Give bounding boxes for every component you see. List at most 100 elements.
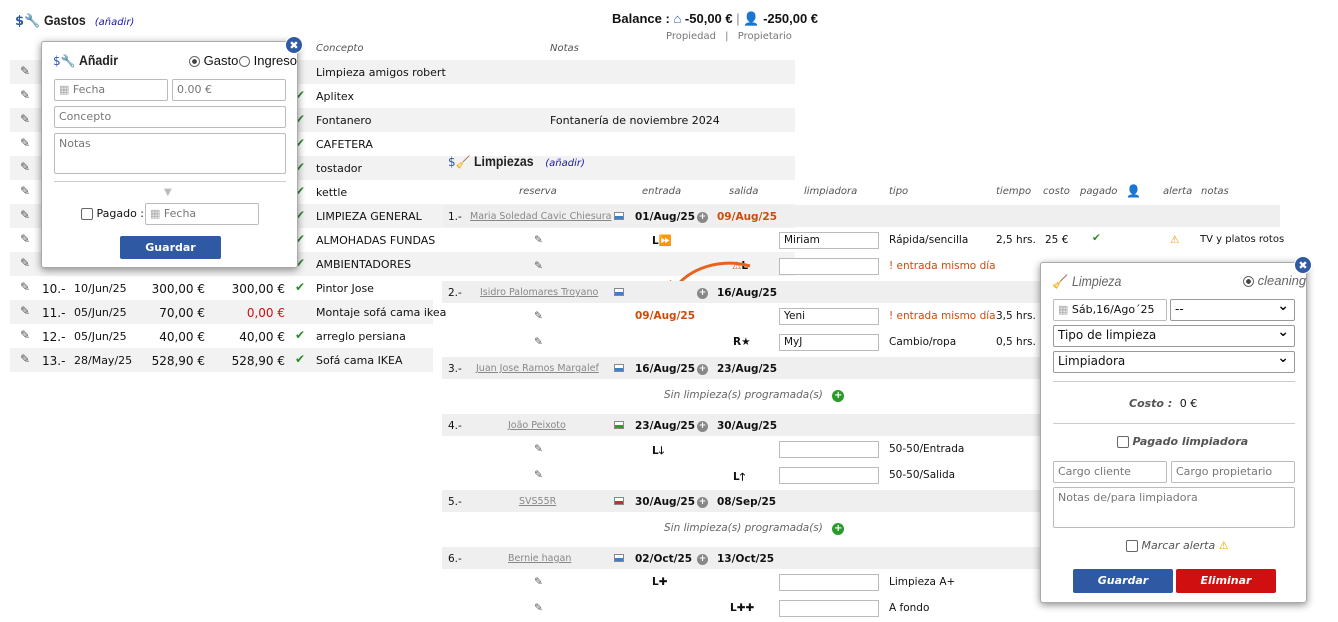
tipo-limpieza-select[interactable]: Tipo de limpieza — [1053, 324, 1295, 347]
add-circle-icon[interactable]: + — [697, 497, 708, 508]
broom-icon: $🧹 — [448, 155, 471, 169]
marcar-alerta-checkbox[interactable]: Marcar alerta ⚠ — [1126, 539, 1229, 552]
limpiadora-field[interactable] — [779, 600, 879, 617]
edit-icon[interactable]: ✎ — [534, 336, 543, 348]
cargo-propietario-field[interactable]: Cargo propietario — [1171, 461, 1295, 483]
gasto-fecha: 28/May/25 — [74, 354, 133, 367]
wrench-icon: $🔧 — [15, 14, 41, 29]
edit-icon[interactable]: ✎ — [20, 64, 30, 78]
res-guest-link[interactable]: João Peixoto — [508, 420, 566, 431]
limpiezas-add-link[interactable]: (añadir) — [545, 158, 585, 169]
limpiadora-field[interactable] — [779, 258, 879, 275]
date-value: Sáb,16/Ago´25 — [1071, 303, 1155, 316]
home-icon: ⌂ — [673, 11, 682, 26]
add-circle-icon[interactable]: + — [697, 288, 708, 299]
limpiadora-field[interactable] — [779, 467, 879, 484]
pagado-fecha-field[interactable]: ▦ Fecha — [145, 203, 259, 225]
radio-ingreso-control[interactable] — [239, 56, 250, 68]
add-circle-icon[interactable]: + — [697, 421, 708, 432]
gasto-concepto: arreglo persiana — [316, 330, 406, 343]
gasto-pagado: 0,00 € — [246, 306, 285, 320]
edit-icon[interactable]: ✎ — [534, 310, 543, 322]
gasto-fecha: 10/Jun/25 — [74, 282, 127, 295]
edit-icon[interactable]: ✎ — [20, 136, 30, 150]
concepto-field[interactable]: Concepto — [54, 106, 286, 128]
edit-icon[interactable]: ✎ — [534, 602, 543, 614]
limpiadora-field[interactable] — [779, 574, 879, 591]
edit-icon[interactable]: ✎ — [534, 234, 543, 246]
pagado-limpiadora-control[interactable] — [1117, 436, 1129, 448]
limpiadora-field[interactable]: MyJ — [779, 334, 879, 351]
no-cleanings-text: Sin limpieza(s) programada(s) — [664, 389, 823, 401]
radio-gasto[interactable]: Gasto — [189, 53, 238, 68]
add-circle-icon[interactable]: + — [697, 212, 708, 223]
limpiezas-title: Limpiezas — [474, 153, 534, 169]
gasto-notas: Fontanería de noviembre 2024 — [550, 114, 720, 127]
cleaning-tiempo: 3,5 hrs. — [996, 310, 1036, 322]
add-circle-icon[interactable]: + — [697, 554, 708, 565]
limpiadora-field[interactable]: Miriam — [779, 232, 879, 249]
res-guest-link[interactable]: SVS55R — [519, 496, 556, 507]
gasto-concepto: Pintor Jose — [316, 282, 374, 295]
notas-field[interactable]: Notas — [54, 133, 286, 174]
radio-ingreso[interactable]: Ingreso — [239, 53, 297, 68]
eliminar-button[interactable]: Eliminar — [1176, 569, 1276, 593]
edit-icon[interactable]: ✎ — [20, 280, 30, 294]
edit-icon[interactable]: ✎ — [20, 184, 30, 198]
pagado-checkbox[interactable]: Pagado : — [81, 207, 144, 220]
lh-salida: salida — [729, 186, 759, 197]
edit-icon[interactable]: ✎ — [20, 208, 30, 222]
limpiadora-field[interactable]: Yeni — [779, 308, 879, 325]
time-select[interactable]: -- — [1170, 298, 1295, 321]
res-guest-link[interactable]: Maria Soledad Cavic Chiesura — [470, 211, 611, 222]
close-icon[interactable]: ✖ — [1294, 256, 1312, 274]
add-cleaning-icon[interactable]: + — [832, 523, 845, 535]
res-guest-link[interactable]: Bernie hagan — [508, 553, 571, 564]
limpiadora-field[interactable] — [779, 441, 879, 458]
radio-cleaning[interactable]: cleaning — [1243, 273, 1306, 288]
owner-icon: 👤 — [743, 11, 760, 26]
warning-icon: ⚠ — [1170, 234, 1180, 246]
pagado-limpiadora-checkbox[interactable]: Pagado limpiadora — [1117, 435, 1248, 448]
guardar-button[interactable]: Guardar — [1073, 569, 1173, 593]
edit-icon[interactable]: ✎ — [534, 576, 543, 588]
cargo-cliente-field[interactable]: Cargo cliente — [1053, 461, 1167, 483]
guardar-button[interactable]: Guardar — [120, 236, 221, 259]
lh-reserva: reserva — [519, 186, 557, 197]
edit-icon[interactable]: ✎ — [20, 328, 30, 342]
res-guest-link[interactable]: Isidro Palomares Troyano — [480, 287, 598, 298]
edit-icon[interactable]: ✎ — [20, 256, 30, 270]
edit-icon[interactable]: ✎ — [20, 304, 30, 318]
radio-cleaning-control[interactable] — [1243, 276, 1254, 288]
radio-gasto-control[interactable] — [189, 56, 200, 68]
add-circle-icon[interactable]: + — [697, 364, 708, 375]
edit-icon[interactable]: ✎ — [534, 469, 543, 481]
edit-icon[interactable]: ✎ — [534, 443, 543, 455]
gastos-add-link[interactable]: (añadir) — [95, 17, 135, 28]
amount-field[interactable]: 0.00 € — [172, 79, 286, 101]
res-num: 1.- — [448, 211, 462, 223]
fecha-field[interactable]: ▦ Fecha — [54, 79, 168, 101]
balance-propietario-label: Propietario — [737, 31, 792, 42]
cleaning-icon-label: L — [733, 471, 740, 483]
edit-icon[interactable]: ✎ — [20, 88, 30, 102]
res-guest-link[interactable]: Juan Jose Ramos Margalef — [476, 363, 599, 374]
add-cleaning-icon[interactable]: + — [832, 390, 845, 402]
gasto-importe: 40,00 € — [159, 330, 205, 344]
edit-icon[interactable]: ✎ — [20, 352, 30, 366]
edit-icon[interactable]: ✎ — [20, 232, 30, 246]
gasto-concepto: Montaje sofá cama ikea — [316, 306, 447, 319]
notas-limpiadora-field[interactable]: Notas de/para limpiadora — [1053, 487, 1295, 528]
edit-icon[interactable]: ✎ — [20, 160, 30, 174]
gasto-num: 11.- — [42, 306, 66, 320]
close-icon[interactable]: ✖ — [285, 36, 303, 54]
date-field[interactable]: ▦ Sáb,16/Ago´25 — [1053, 299, 1167, 321]
limpiadora-select[interactable]: Limpiadora — [1053, 350, 1295, 373]
marcar-alerta-control[interactable] — [1126, 540, 1138, 552]
col-notas: Notas — [550, 43, 579, 54]
chevron-down-icon[interactable]: ▼ — [164, 187, 172, 198]
calendar-source-icon — [614, 497, 624, 505]
pagado-checkbox-control[interactable] — [81, 208, 93, 220]
edit-icon[interactable]: ✎ — [534, 260, 543, 272]
edit-icon[interactable]: ✎ — [20, 112, 30, 126]
